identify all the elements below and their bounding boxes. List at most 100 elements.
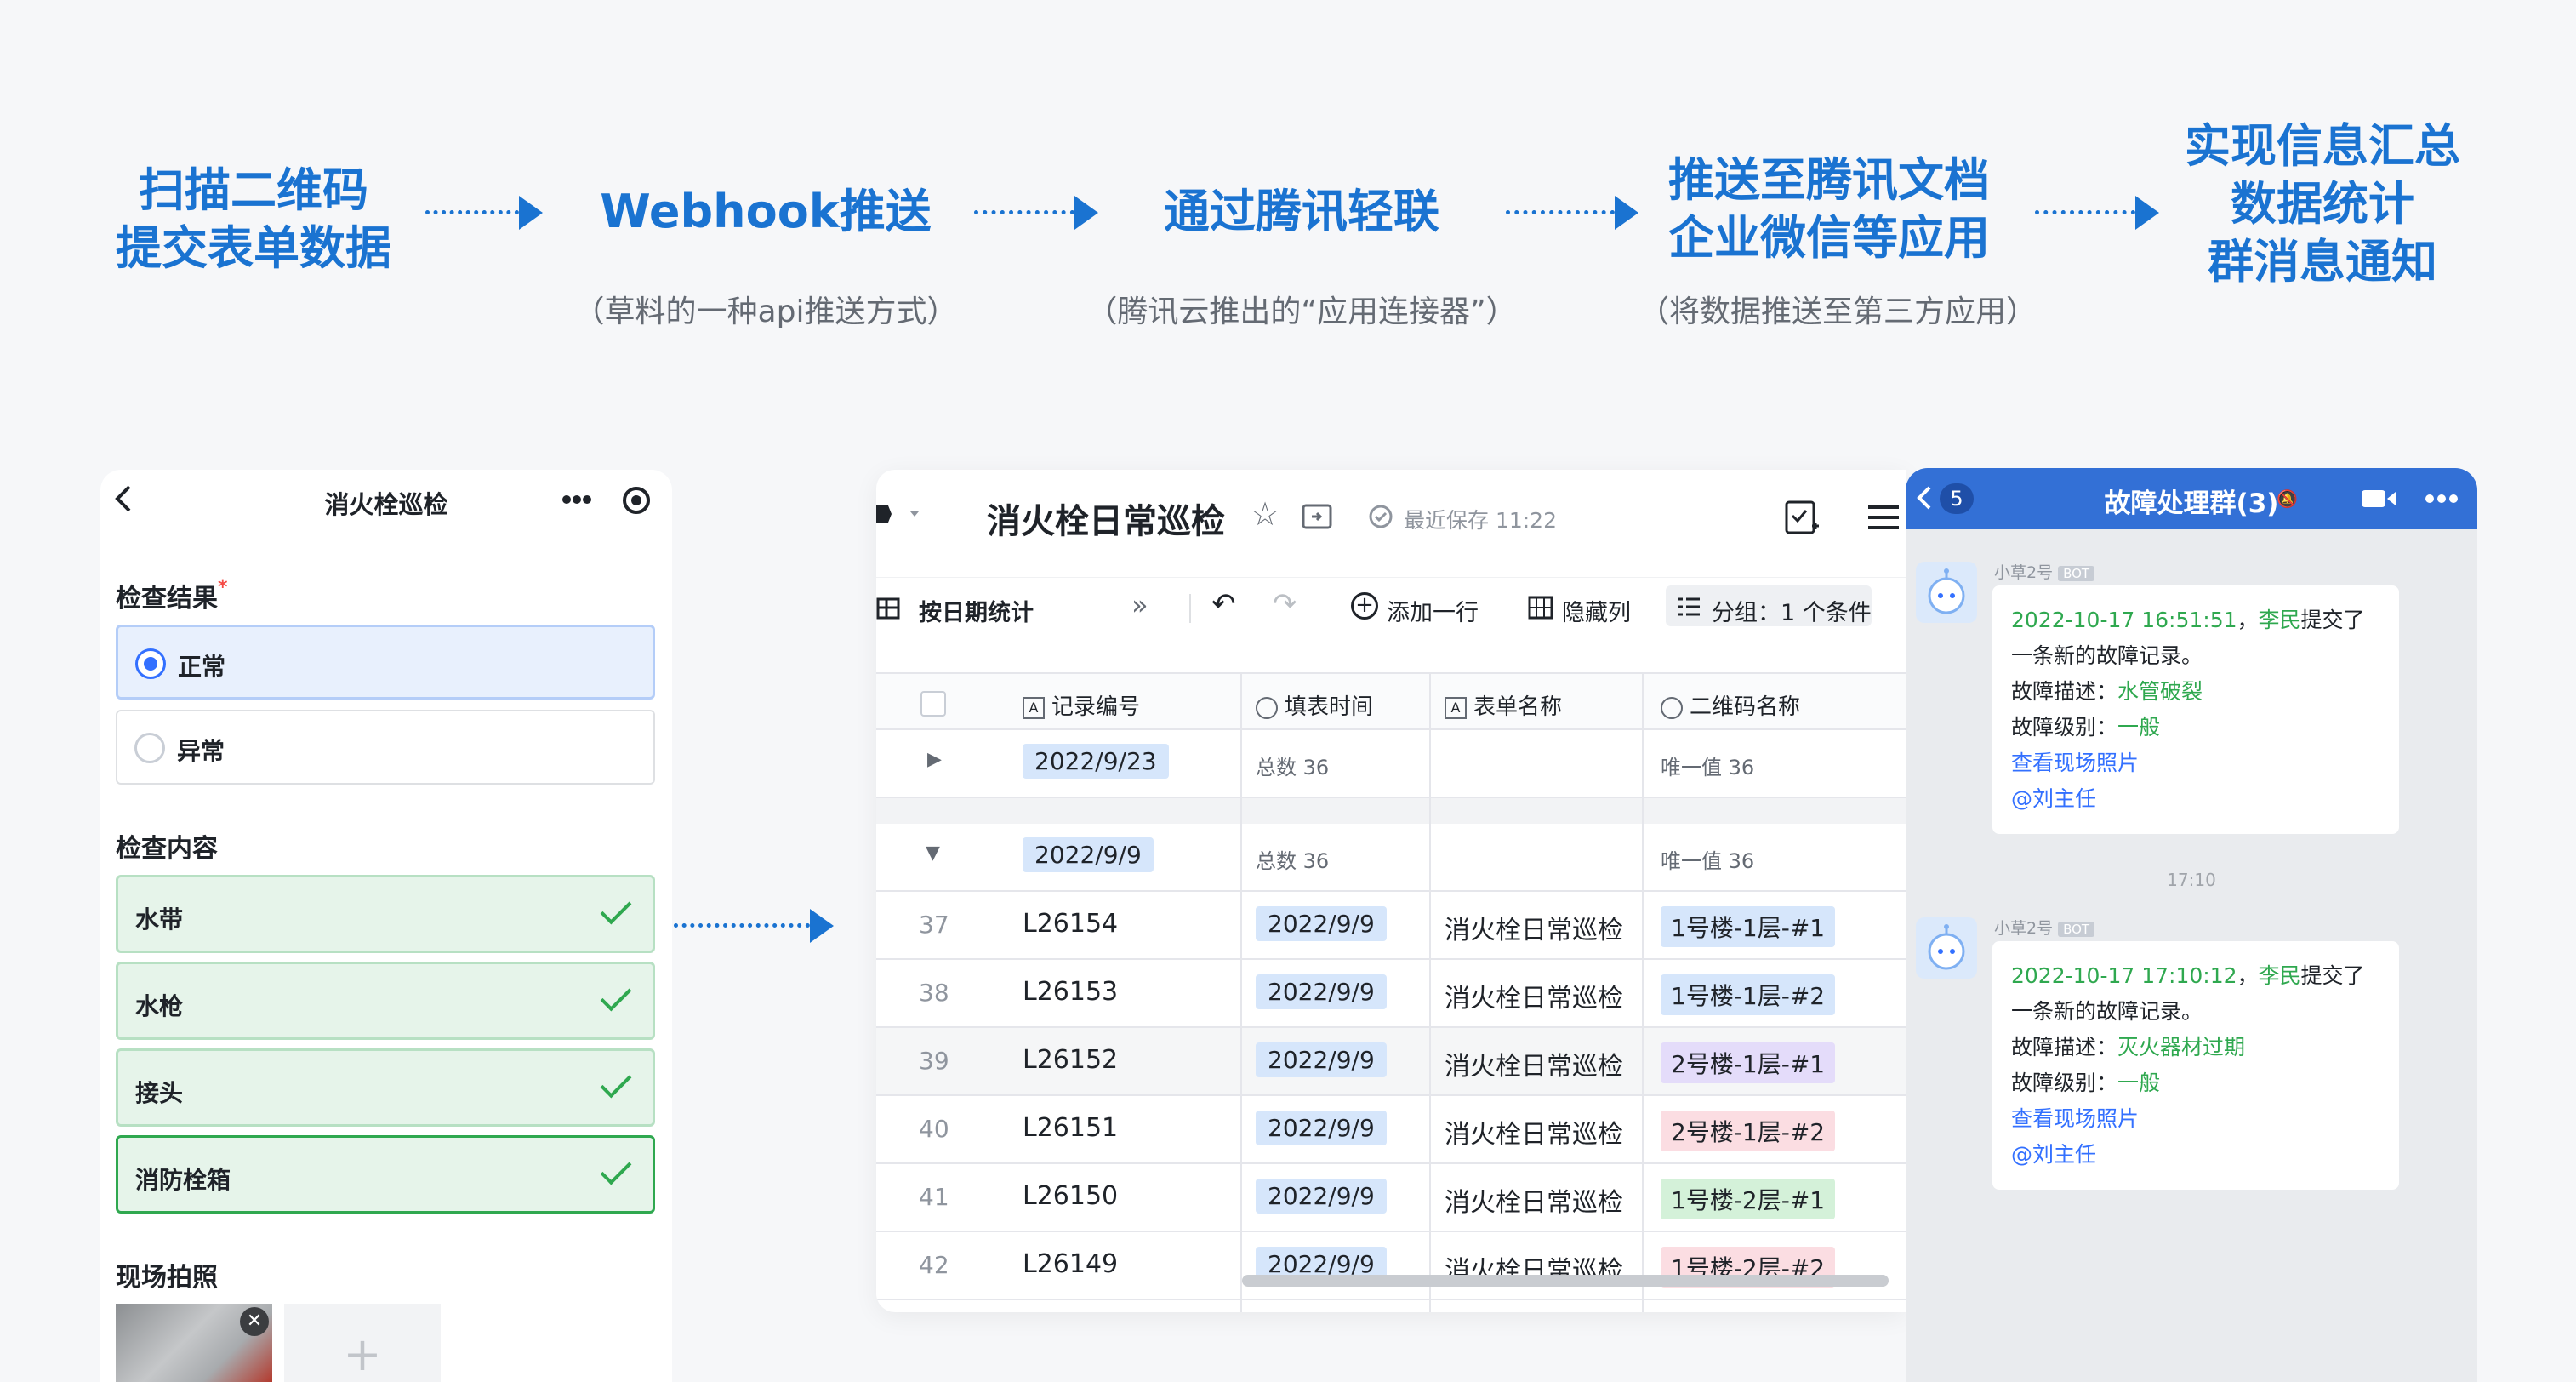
form-name-cell[interactable]: 消火栓日常巡检 [1445, 1045, 1623, 1082]
row-number[interactable]: 40 [919, 1115, 949, 1143]
move-folder-icon[interactable] [1302, 504, 1332, 529]
mention[interactable]: @刘主任 [2011, 1137, 2380, 1173]
bot-avatar[interactable] [1916, 562, 1977, 623]
col-divider [1429, 672, 1431, 1312]
row-number[interactable]: 39 [919, 1047, 949, 1075]
flow-arrow-2 [974, 196, 1102, 230]
content-item-nozzle[interactable]: 水枪 [116, 962, 655, 1040]
record-id-cell[interactable]: L26150 [1023, 1181, 1118, 1211]
hide-columns-button[interactable]: 隐藏列 [1562, 594, 1631, 627]
fill-time-cell[interactable]: 2022/9/9 [1256, 974, 1387, 1009]
record-id-cell[interactable]: L26151 [1023, 1113, 1118, 1143]
row-number[interactable]: 37 [919, 911, 949, 939]
table-row[interactable]: 40 L26151 2022/9/9 消火栓日常巡检 2号楼-1层-#2 [876, 1096, 1906, 1164]
more-icon[interactable] [2425, 494, 2459, 504]
select-all-checkbox[interactable] [920, 691, 946, 717]
view-photo-link[interactable]: 查看现场照片 [2011, 1101, 2380, 1137]
row-number[interactable]: 41 [919, 1183, 949, 1211]
view-selector[interactable]: 按日期统计 [919, 594, 1034, 627]
fill-time-cell[interactable]: 2022/9/9 [1256, 1042, 1387, 1077]
text-field-icon: A [1023, 696, 1045, 719]
robot-icon [1928, 924, 1965, 970]
form-name-cell[interactable]: 消火栓日常巡检 [1445, 977, 1623, 1014]
add-photo-button[interactable]: + [284, 1304, 441, 1382]
message-line: 故障描述：灭火器材过期 [2011, 1035, 2246, 1059]
group-row[interactable]: ▶ 2022/9/23 总数 36 唯一值 36 [876, 730, 1906, 798]
fill-time-cell[interactable]: 2022/9/9 [1256, 906, 1387, 941]
group-row[interactable]: ▼ 2022/9/9 总数 36 唯一值 36 [876, 824, 1906, 892]
row-number[interactable]: 38 [919, 979, 949, 1007]
result-option-abnormal[interactable]: 异常 [116, 710, 655, 785]
mention[interactable]: @刘主任 [2011, 781, 2380, 817]
message-bubble[interactable]: 2022-10-17 16:51:51，李民提交了一条新的故障记录。 故障描述：… [1992, 585, 2399, 834]
grid-view-icon [876, 597, 900, 620]
close-miniapp-icon[interactable] [621, 485, 652, 516]
qr-name-cell[interactable]: 1号楼-1层-#1 [1661, 906, 1836, 947]
chat-header: 5 故障处理群(3) 🔕 [1906, 468, 2477, 529]
result-option-normal[interactable]: 正常 [116, 625, 655, 700]
col-record-id[interactable]: A 记录编号 [1023, 689, 1140, 721]
record-id-cell[interactable]: L26153 [1023, 977, 1118, 1007]
content-label: 检查内容 [116, 834, 218, 864]
col-qr-name[interactable]: 二维码名称 [1661, 689, 1800, 721]
star-icon[interactable]: ☆ [1251, 495, 1279, 533]
menu-icon[interactable] [1866, 504, 1901, 531]
collapse-icon[interactable]: ▼ [926, 842, 940, 864]
group-gap [876, 798, 1906, 824]
video-call-icon[interactable] [2360, 487, 2397, 511]
photo-thumbnail[interactable]: ✕ [116, 1304, 272, 1382]
group-icon [1678, 597, 1700, 616]
record-id-cell[interactable]: L26149 [1023, 1249, 1118, 1279]
more-icon[interactable] [561, 494, 592, 505]
form-name-cell[interactable]: 消火栓日常巡检 [1445, 909, 1623, 946]
saved-check-icon [1369, 505, 1393, 528]
view-photo-link[interactable]: 查看现场照片 [2011, 745, 2380, 781]
table-row[interactable]: 42 L26149 2022/9/9 消火栓日常巡检 1号楼-2层-#2 [876, 1232, 1906, 1300]
bot-avatar[interactable] [1916, 917, 1977, 979]
fill-time-cell[interactable]: 2022/9/9 [1256, 1179, 1387, 1214]
flow-step-2: Webhook推送 [600, 185, 932, 238]
table-row[interactable]: 37 L26154 2022/9/9 消火栓日常巡检 1号楼-1层-#1 [876, 892, 1906, 960]
content-item-box[interactable]: 消防栓箱 [116, 1135, 655, 1214]
table-row[interactable]: 38 L26153 2022/9/9 消火栓日常巡检 1号楼-1层-#2 [876, 960, 1906, 1028]
collapse-views-icon[interactable]: » [1131, 589, 1148, 621]
qr-name-cell[interactable]: 1号楼-2层-#1 [1661, 1179, 1836, 1219]
check-icon [600, 1153, 632, 1185]
flow-step-2-sub: （草料的一种api推送方式） [573, 294, 958, 329]
group-label: 2022/9/23 [1023, 744, 1169, 779]
fill-time-cell[interactable]: 2022/9/9 [1256, 1111, 1387, 1145]
remove-photo-icon[interactable]: ✕ [240, 1307, 269, 1336]
task-add-icon[interactable] [1783, 499, 1821, 536]
add-row-button[interactable]: 添加一行 [1387, 594, 1479, 627]
col-fill-time[interactable]: 填表时间 [1256, 689, 1373, 721]
hide-columns-icon [1528, 596, 1553, 620]
qr-form-phone: 消火栓巡检 检查结果* 正常 异常 检查内容 水带 水枪 接头 消防栓箱 现场拍… [100, 470, 672, 1382]
message-line: 故障描述：水管破裂 [2011, 679, 2203, 704]
time-divider: 17:10 [2167, 870, 2216, 890]
sender-name: 小草2号 BOT [1994, 560, 2095, 583]
content-item-joint[interactable]: 接头 [116, 1048, 655, 1127]
row-number[interactable]: 42 [919, 1251, 949, 1279]
message-line: 2022-10-17 16:51:51，李民提交了一条新的故障记录。 [2011, 608, 2365, 668]
col-form-name[interactable]: A 表单名称 [1445, 689, 1562, 721]
record-id-cell[interactable]: L26152 [1023, 1045, 1118, 1075]
form-to-sheet-arrow [674, 909, 844, 943]
content-item-hose[interactable]: 水带 [116, 875, 655, 953]
horizontal-scrollbar[interactable] [1242, 1275, 1889, 1287]
redo-icon[interactable]: ↷ [1273, 587, 1297, 621]
message-line: 故障级别：一般 [2011, 1071, 2161, 1095]
save-status: 最近保存 11:22 [1404, 508, 1557, 533]
flow-step-4: 推送至腾讯文档 企业微信等应用 [1668, 153, 1990, 265]
qr-name-cell[interactable]: 1号楼-1层-#2 [1661, 974, 1836, 1015]
undo-icon[interactable]: ↶ [1211, 587, 1236, 621]
message-bubble[interactable]: 2022-10-17 17:10:12，李民提交了一条新的故障记录。 故障描述：… [1992, 941, 2399, 1190]
expand-icon[interactable]: ▶ [927, 749, 942, 770]
form-name-cell[interactable]: 消火栓日常巡检 [1445, 1181, 1623, 1219]
record-id-cell[interactable]: L26154 [1023, 909, 1118, 939]
table-row[interactable]: 41 L26150 2022/9/9 消火栓日常巡检 1号楼-2层-#1 [876, 1164, 1906, 1232]
qr-name-cell[interactable]: 2号楼-1层-#1 [1661, 1042, 1836, 1083]
form-name-cell[interactable]: 消火栓日常巡检 [1445, 1113, 1623, 1151]
toolbar-divider [1189, 594, 1191, 623]
table-row[interactable]: 39 L26152 2022/9/9 消火栓日常巡检 2号楼-1层-#1 [876, 1028, 1906, 1096]
qr-name-cell[interactable]: 2号楼-1层-#2 [1661, 1111, 1836, 1151]
